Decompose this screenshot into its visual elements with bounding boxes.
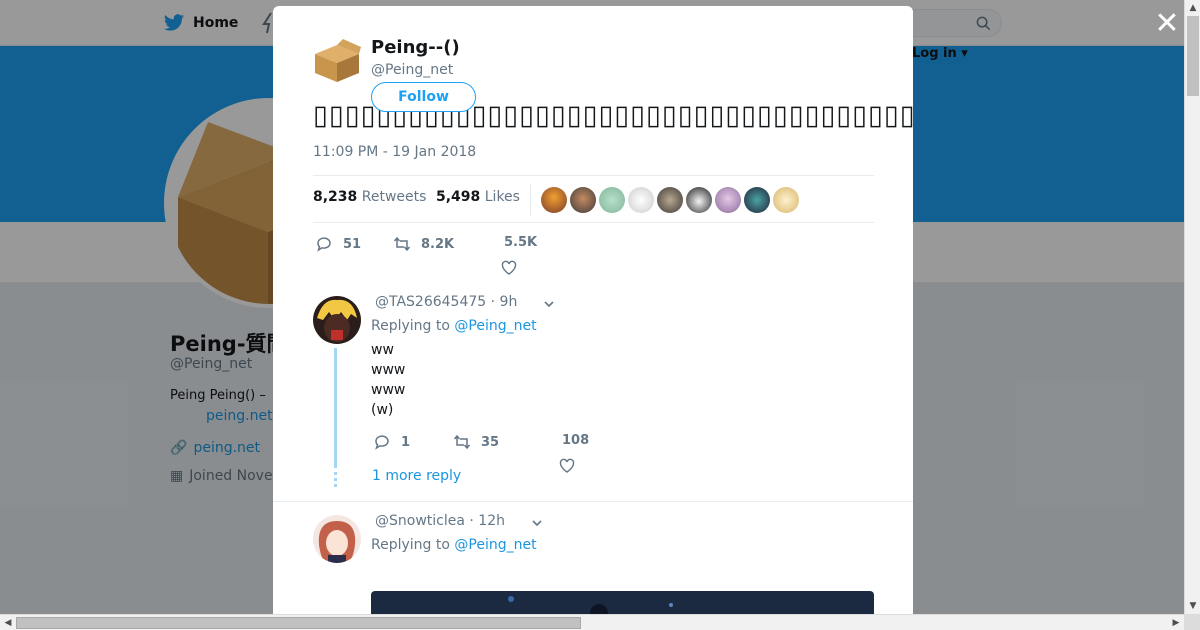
reply-text-line: www xyxy=(371,382,406,398)
reply-avatar[interactable] xyxy=(313,296,361,344)
close-icon[interactable]: ✕ xyxy=(1154,9,1180,39)
stat-divider xyxy=(530,184,531,216)
reply-time: · 12h xyxy=(469,513,505,529)
follow-button[interactable]: Follow xyxy=(371,82,476,112)
reply-handle-1[interactable]: @TAS26645475 · 9h xyxy=(375,294,517,310)
retweet-count: 8.2K xyxy=(421,236,455,252)
reply-time: · 9h xyxy=(490,294,518,310)
retweet-count: 35 xyxy=(481,434,500,450)
tweet-modal: Peing--() @Peing_net ▯▯▯▯▯▯▯▯▯▯▯▯▯▯▯▯▯▯▯… xyxy=(273,6,913,614)
retweet-icon xyxy=(453,434,471,450)
reply-text-line: www xyxy=(371,362,406,378)
tweet-stats: 8,238 Retweets 5,498 Likes xyxy=(313,175,874,223)
reply-icon xyxy=(317,237,331,252)
scroll-right-arrow-icon[interactable]: ▶ xyxy=(1168,615,1184,630)
liker-avatar[interactable] xyxy=(570,187,596,213)
scrollbar-corner xyxy=(1184,614,1200,630)
reply-count: 51 xyxy=(343,236,362,252)
replying-prefix: Replying to xyxy=(371,318,450,334)
reply-icon xyxy=(375,435,389,450)
replying-to-1: Replying to @Peing_net xyxy=(371,318,537,334)
reply-media-image[interactable] xyxy=(371,591,874,614)
reply-handle-2[interactable]: @Snowticlea · 12h xyxy=(375,513,505,529)
scroll-left-arrow-icon[interactable]: ◀ xyxy=(0,615,16,630)
reply-action[interactable]: 1 xyxy=(373,433,410,451)
like-stat-count: 5,498 xyxy=(436,189,481,205)
like-count-text: 5.5K xyxy=(504,235,538,250)
retweet-action[interactable]: 35 xyxy=(453,433,499,451)
heart-icon[interactable] xyxy=(559,458,575,474)
more-replies-link[interactable]: 1 more reply xyxy=(372,468,461,484)
liker-avatars xyxy=(541,187,799,213)
retweet-stat[interactable]: 8,238 Retweets xyxy=(313,189,426,205)
like-stat[interactable]: 5,498 Likes xyxy=(436,189,520,205)
liker-avatar[interactable] xyxy=(599,187,625,213)
tweet-author-handle[interactable]: @Peing_net xyxy=(371,62,453,78)
reply-handle-text: @TAS26645475 xyxy=(375,294,487,310)
reply-count: 1 xyxy=(401,434,411,450)
liker-avatar[interactable] xyxy=(628,187,654,213)
reply-text-line: ww xyxy=(371,342,394,358)
anime-character-avatar-icon xyxy=(317,299,357,342)
liker-avatar[interactable] xyxy=(686,187,712,213)
liker-avatar[interactable] xyxy=(541,187,567,213)
replying-prefix: Replying to xyxy=(371,537,450,553)
chevron-down-icon[interactable] xyxy=(543,298,555,310)
reply-divider xyxy=(273,501,913,502)
anime-girl-avatar-icon xyxy=(318,521,356,563)
liker-avatar[interactable] xyxy=(715,187,741,213)
thread-connector-line xyxy=(334,348,337,468)
tweet-author-avatar[interactable] xyxy=(313,36,361,84)
liker-avatar[interactable] xyxy=(744,187,770,213)
replying-to-2: Replying to @Peing_net xyxy=(371,537,537,553)
replying-to-link[interactable]: @Peing_net xyxy=(454,318,536,334)
reply-action[interactable]: 51 xyxy=(315,235,361,253)
reply-text-line: (w) xyxy=(371,402,394,418)
starry-sky-image-icon xyxy=(508,596,673,614)
reply-handle-text: @Snowticlea xyxy=(375,513,465,529)
retweet-action[interactable]: 8.2K xyxy=(393,235,454,253)
scroll-up-arrow-icon[interactable]: ▲ xyxy=(1185,0,1200,16)
like-stat-label: Likes xyxy=(484,189,520,205)
vertical-scrollbar[interactable]: ▲ ▼ xyxy=(1184,0,1200,614)
retweet-icon xyxy=(393,236,411,252)
thread-more-dots xyxy=(334,472,337,490)
tweet-timestamp[interactable]: 11:09 PM - 19 Jan 2018 xyxy=(313,144,476,160)
replying-to-link[interactable]: @Peing_net xyxy=(454,537,536,553)
retweet-stat-label: Retweets xyxy=(361,189,427,205)
liker-avatar[interactable] xyxy=(657,187,683,213)
heart-icon[interactable] xyxy=(501,260,517,276)
like-count-text: 108 xyxy=(562,433,590,448)
liker-avatar[interactable] xyxy=(773,187,799,213)
vertical-scroll-thumb[interactable] xyxy=(1187,16,1199,96)
reply-avatar[interactable] xyxy=(313,515,361,563)
chevron-down-icon[interactable] xyxy=(531,517,543,529)
horizontal-scroll-thumb[interactable] xyxy=(16,617,581,629)
retweet-stat-count: 8,238 xyxy=(313,189,358,205)
horizontal-scrollbar[interactable]: ◀ ▶ xyxy=(0,614,1184,630)
tweet-author-name[interactable]: Peing--() xyxy=(371,37,460,58)
scroll-down-arrow-icon[interactable]: ▼ xyxy=(1185,598,1200,614)
